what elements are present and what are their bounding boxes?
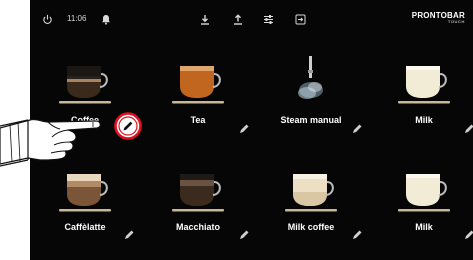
- product-tile-caffelatte[interactable]: Caffèlatte: [30, 170, 140, 260]
- pencil-icon[interactable]: [463, 122, 473, 134]
- product-label: Tea: [190, 115, 206, 125]
- macchiato-cup-icon: [168, 170, 228, 220]
- pencil-icon[interactable]: [238, 228, 250, 240]
- page-indicator: [30, 252, 473, 260]
- brand-logo: PRONTOBAR TOUCH: [412, 11, 465, 24]
- milk-cup-icon: [394, 170, 454, 220]
- pencil-icon[interactable]: [351, 122, 363, 134]
- pencil-icon[interactable]: [123, 228, 135, 240]
- top-bar: 11:06 PRONTOBAR TOUCH: [30, 0, 473, 36]
- product-tile-steam-manual[interactable]: Steam manual: [256, 56, 366, 156]
- product-tile-milk-2[interactable]: Milk: [369, 170, 473, 260]
- milk-cup-icon: [394, 62, 454, 112]
- pencil-icon[interactable]: [463, 228, 473, 240]
- clock-time: 11:06: [67, 14, 87, 23]
- bell-icon[interactable]: [101, 12, 111, 30]
- upload-icon[interactable]: [233, 12, 243, 30]
- pointing-hand-illustration: [0, 100, 130, 180]
- product-tile-milk-coffee[interactable]: Milk coffee: [256, 170, 366, 260]
- milk-coffee-cup-icon: [281, 170, 341, 220]
- tea-cup-icon: [168, 62, 228, 112]
- product-label: Milk coffee: [287, 222, 335, 232]
- pencil-icon[interactable]: [351, 228, 363, 240]
- product-label: Steam manual: [280, 115, 342, 125]
- product-label: Macchiato: [175, 222, 220, 232]
- product-label: Milk: [415, 115, 433, 125]
- download-icon[interactable]: [200, 12, 210, 30]
- product-label: Milk: [415, 222, 433, 232]
- pencil-icon[interactable]: [238, 122, 250, 134]
- steam-wand-icon: [281, 56, 341, 106]
- product-tile-milk[interactable]: Milk: [369, 62, 473, 162]
- sliders-icon[interactable]: [263, 12, 274, 30]
- exit-icon[interactable]: [295, 12, 306, 30]
- power-icon[interactable]: [42, 12, 53, 30]
- product-tile-macchiato[interactable]: Macchiato: [143, 170, 253, 260]
- product-tile-tea[interactable]: Tea: [143, 62, 253, 162]
